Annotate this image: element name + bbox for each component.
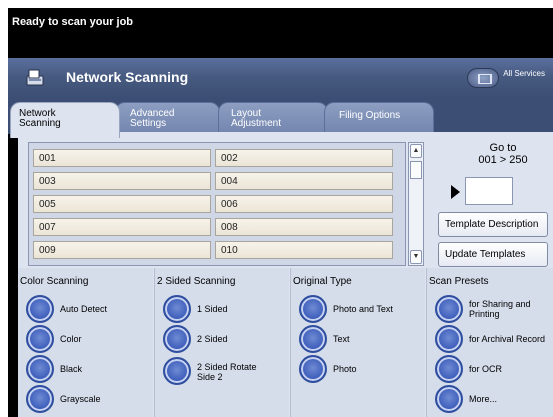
- option-label: 1 Sided: [197, 304, 228, 314]
- radio-button-icon: [26, 325, 54, 353]
- radio-button-icon: [163, 357, 191, 385]
- template-list: 001 002 003 004 005 006 007 008 009 010: [28, 142, 406, 266]
- status-bar: Ready to scan your job: [8, 8, 553, 58]
- option-auto-detect[interactable]: Auto Detect: [26, 295, 151, 323]
- all-services-button[interactable]: All Services: [467, 68, 545, 88]
- option-more[interactable]: More...: [435, 385, 552, 413]
- list-item[interactable]: 010: [215, 241, 393, 259]
- template-description-button[interactable]: Template Description: [438, 212, 548, 237]
- group-title: Original Type: [293, 276, 352, 287]
- tab-layout-adjustment[interactable]: Layout Adjustment: [218, 102, 328, 136]
- scroll-up-button[interactable]: ▲: [410, 144, 422, 158]
- goto-label: Go to 001 > 250: [458, 142, 548, 166]
- radio-button-icon: [26, 295, 54, 323]
- all-services-icon: [467, 68, 500, 88]
- scroll-thumb[interactable]: [410, 161, 422, 179]
- option-1-sided[interactable]: 1 Sided: [163, 295, 288, 323]
- all-services-label: All Services: [503, 69, 545, 78]
- radio-button-icon: [299, 355, 327, 383]
- list-item[interactable]: 009: [33, 241, 211, 259]
- option-label: for OCR: [469, 364, 503, 374]
- list-scrollbar[interactable]: ▲ ▼: [408, 142, 424, 266]
- tab-network-scanning[interactable]: Network Scanning: [10, 102, 120, 138]
- option-label: Black: [60, 364, 83, 374]
- option-for-ocr[interactable]: for OCR: [435, 355, 552, 383]
- option-label: Photo and Text: [333, 304, 393, 314]
- update-templates-button[interactable]: Update Templates: [438, 242, 548, 267]
- option-label: 2 Sided: [197, 334, 228, 344]
- option-for-archival-record[interactable]: for Archival Record: [435, 325, 552, 353]
- tab-filing-options[interactable]: Filing Options: [324, 102, 434, 136]
- option-label: for Sharing and Printing: [469, 299, 531, 319]
- tab-label-line2: Settings: [130, 118, 167, 129]
- tab-label-line2: Scanning: [19, 118, 61, 129]
- list-item[interactable]: 007: [33, 218, 211, 236]
- radio-button-icon: [163, 325, 191, 353]
- option-text[interactable]: Text: [299, 325, 424, 353]
- option-color[interactable]: Color: [26, 325, 151, 353]
- radio-button-icon: [26, 385, 54, 413]
- radio-button-icon: [299, 325, 327, 353]
- group-title: 2 Sided Scanning: [157, 276, 236, 287]
- tab-strip: Network Scanning Advanced Settings Layou…: [8, 98, 553, 138]
- app-title: Network Scanning: [66, 69, 189, 85]
- option-2-sided-rotate-side-2[interactable]: 2 Sided Rotate Side 2: [163, 357, 288, 385]
- list-item[interactable]: 003: [33, 172, 211, 190]
- option-label: Photo: [333, 364, 357, 374]
- option-label: Auto Detect: [60, 304, 108, 314]
- chevron-up-icon: ▲: [412, 147, 420, 154]
- option-label: for Archival Record: [469, 334, 546, 344]
- scroll-down-button[interactable]: ▼: [410, 250, 422, 264]
- scan-presets-group: Scan Presets for Sharing and Printing fo…: [426, 268, 553, 417]
- radio-button-icon: [26, 355, 54, 383]
- goto-title: Go to: [489, 142, 517, 154]
- arrow-right-icon: [451, 185, 460, 199]
- device-screen: Ready to scan your job Network Scanning …: [8, 8, 553, 417]
- tab-advanced-settings[interactable]: Advanced Settings: [115, 102, 220, 136]
- radio-button-icon: [163, 295, 191, 323]
- option-for-sharing-and-printing[interactable]: for Sharing and Printing: [435, 295, 552, 323]
- header-bar: Network Scanning All Services: [8, 58, 553, 98]
- radio-button-icon: [435, 355, 463, 383]
- list-item[interactable]: 008: [215, 218, 393, 236]
- two-sided-scanning-group: 2 Sided Scanning 1 Sided 2 Sided 2 Sided…: [154, 268, 289, 417]
- group-title: Color Scanning: [20, 276, 89, 287]
- list-item[interactable]: 006: [215, 195, 393, 213]
- option-2-sided[interactable]: 2 Sided: [163, 325, 288, 353]
- option-label: 2 Sided Rotate Side 2: [197, 362, 257, 382]
- list-item[interactable]: 002: [215, 149, 393, 167]
- status-message: Ready to scan your job: [12, 16, 134, 28]
- tab-panel: 001 002 003 004 005 006 007 008 009 010 …: [18, 132, 553, 417]
- list-item[interactable]: 001: [33, 149, 211, 167]
- group-title: Scan Presets: [429, 276, 489, 287]
- radio-button-icon: [299, 295, 327, 323]
- tab-label-line1: Filing Options: [339, 110, 401, 121]
- scanner-icon: [26, 69, 44, 86]
- radio-button-icon: [435, 325, 463, 353]
- color-scanning-group: Color Scanning Auto Detect Color Black G…: [18, 268, 153, 417]
- goto-range: 001 > 250: [478, 154, 528, 166]
- option-photo[interactable]: Photo: [299, 355, 424, 383]
- option-label: Color: [60, 334, 82, 344]
- option-label: Text: [333, 334, 350, 344]
- original-type-group: Original Type Photo and Text Text Photo: [290, 268, 425, 417]
- list-item[interactable]: 004: [215, 172, 393, 190]
- chevron-down-icon: ▼: [412, 253, 420, 260]
- goto-field[interactable]: [465, 177, 513, 205]
- tab-label-line2: Adjustment: [231, 118, 282, 129]
- option-grayscale[interactable]: Grayscale: [26, 385, 151, 413]
- list-item[interactable]: 005: [33, 195, 211, 213]
- option-photo-and-text[interactable]: Photo and Text: [299, 295, 424, 323]
- option-label: More...: [469, 394, 498, 404]
- radio-button-icon: [435, 295, 463, 323]
- option-label: Grayscale: [60, 394, 101, 404]
- radio-button-icon: [435, 385, 463, 413]
- option-black[interactable]: Black: [26, 355, 151, 383]
